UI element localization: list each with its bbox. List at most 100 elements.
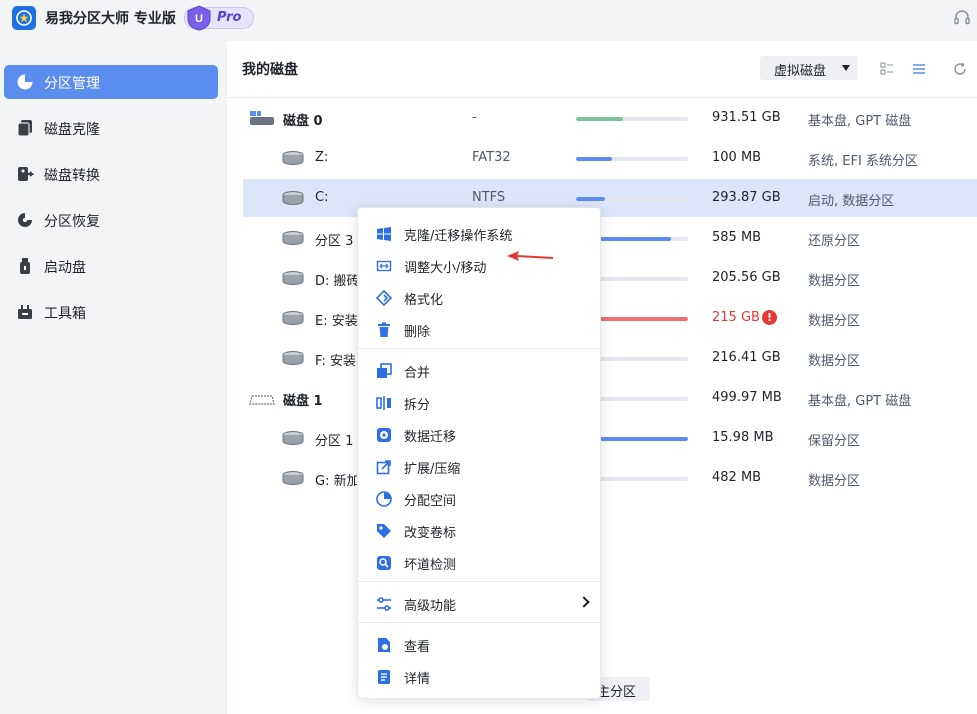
usage-bar — [576, 197, 688, 201]
menu-item[interactable]: 坏道检测 — [358, 548, 600, 578]
partition-type: 数据分区 — [808, 354, 861, 369]
menu-item-label: 克隆/迁移操作系统 — [404, 229, 513, 244]
menu-item-label: 合并 — [404, 366, 431, 381]
row-name: Z: — [315, 150, 329, 165]
sidebar-item-convert[interactable]: 磁盘转换 — [4, 157, 218, 191]
size: 100 MB — [712, 150, 762, 165]
menu-item[interactable]: 分配空间 — [358, 484, 600, 514]
convert-icon — [18, 167, 34, 181]
size: 205.56 GB — [712, 270, 781, 285]
usage-fill — [576, 157, 612, 161]
menu-item[interactable]: 拆分 — [358, 388, 600, 418]
menu-item-label: 坏道检测 — [404, 558, 457, 573]
partition-drive-icon — [282, 431, 304, 445]
partition-row[interactable]: 分区 3 585 MB 还原分区 — [243, 219, 977, 257]
row-name: 分区 1 — [315, 434, 354, 449]
usage-fill — [576, 197, 605, 201]
sidebar-item-bootdisk[interactable]: 启动盘 — [4, 249, 218, 283]
sidebar-item-label: 分区恢复 — [44, 214, 100, 230]
chevron-down-icon — [842, 65, 850, 71]
menu-item-label: 扩展/压缩 — [404, 462, 461, 477]
disk-row[interactable]: 磁盘 1 499.97 MB 基本盘, GPT 磁盘 — [243, 379, 977, 417]
headset-icon[interactable] — [953, 9, 971, 27]
view-icon — [378, 638, 391, 653]
sidebar-item-partition[interactable]: 分区管理 — [4, 65, 218, 99]
menu-item[interactable]: 数据迁移 — [358, 420, 600, 450]
partition-row[interactable]: Z: FAT32 100 MB 系统, EFI 系统分区 — [243, 139, 977, 177]
partition-row[interactable]: C: NTFS 293.87 GB 启动, 数据分区 — [243, 179, 977, 217]
detail-view-icon[interactable] — [880, 62, 894, 76]
partition-row[interactable]: F: 安装 216.41 GB 数据分区 — [243, 339, 977, 377]
pro-shield-icon: U — [187, 5, 211, 31]
disk-panel: 我的磁盘 虚拟磁盘 磁盘 0 - 931.51 GB 基本盘, GPT 磁盘 Z: FAT… — [227, 41, 977, 714]
sidebar-item-toolbox[interactable]: 工具箱 — [4, 295, 218, 329]
partition-drive-icon — [282, 151, 304, 165]
partition-type: 还原分区 — [808, 234, 861, 249]
sidebar-item-clone[interactable]: 磁盘克隆 — [4, 111, 218, 145]
size: 293.87 GB — [712, 190, 781, 205]
menu-item[interactable]: 克隆/迁移操作系统 — [358, 219, 600, 249]
menu-item-label: 调整大小/移动 — [404, 261, 487, 276]
partition-row[interactable]: D: 搬砖 205.56 GB 数据分区 — [243, 259, 977, 297]
menu-item-label: 查看 — [404, 640, 431, 655]
menu-item[interactable]: 改变卷标 — [358, 516, 600, 546]
menu-item[interactable]: 详情 — [358, 662, 600, 692]
divider — [227, 97, 977, 98]
menu-item[interactable]: 调整大小/移动 — [358, 251, 600, 281]
menu-item-label: 删除 — [404, 325, 431, 340]
sliders-icon — [377, 597, 391, 611]
usage-bar — [576, 117, 688, 121]
partition-type: 保留分区 — [808, 434, 861, 449]
primary-partition-label: 主分区 — [597, 685, 637, 700]
disk-icon — [249, 395, 275, 405]
clone-icon — [17, 120, 32, 137]
details-icon — [378, 670, 390, 684]
partition-icon — [17, 74, 33, 90]
menu-item-label: 改变卷标 — [404, 526, 457, 541]
sidebar-item-label: 工具箱 — [44, 306, 86, 322]
menu-divider — [358, 581, 600, 582]
partition-type: 基本盘, GPT 磁盘 — [808, 394, 912, 409]
format-icon — [376, 290, 392, 306]
menu-item[interactable]: 高级功能 — [358, 589, 600, 619]
partition-drive-icon — [282, 351, 304, 365]
sidebar-item-recover[interactable]: 分区恢复 — [4, 203, 218, 237]
size: 499.97 MB — [712, 390, 782, 405]
refresh-icon[interactable] — [953, 62, 967, 76]
menu-item-label: 详情 — [404, 672, 431, 687]
file-system: NTFS — [472, 190, 506, 205]
partition-row[interactable]: G: 新加 482 MB 数据分区 — [243, 459, 977, 497]
menu-item[interactable]: 查看 — [358, 630, 600, 660]
menu-item[interactable]: 合并 — [358, 356, 600, 386]
partition-row[interactable]: E: 安装 215 GB! 数据分区 — [243, 299, 977, 337]
list-view-icon[interactable] — [912, 62, 926, 76]
menu-item-label: 高级功能 — [404, 599, 457, 614]
migrate-icon — [377, 428, 391, 442]
svg-text:U: U — [195, 13, 203, 25]
disk-row[interactable]: 磁盘 0 - 931.51 GB 基本盘, GPT 磁盘 — [243, 99, 977, 137]
pro-badge[interactable]: U Pro — [184, 5, 254, 31]
menu-item[interactable]: 扩展/压缩 — [358, 452, 600, 482]
menu-item[interactable]: 格式化 — [358, 283, 600, 313]
partition-type: 基本盘, GPT 磁盘 — [808, 114, 912, 129]
app-logo-icon — [12, 6, 36, 30]
title-bar: 易我分区大师 专业版 U Pro — [0, 0, 977, 36]
virtual-disk-dropdown[interactable]: 虚拟磁盘 — [760, 56, 858, 80]
sidebar-item-label: 磁盘转换 — [44, 168, 100, 184]
size: 931.51 GB — [712, 110, 781, 125]
partition-type: 数据分区 — [808, 274, 861, 289]
partition-type: 数据分区 — [808, 474, 861, 489]
partition-row[interactable]: 分区 1 15.98 MB 保留分区 — [243, 419, 977, 457]
row-name: G: 新加 — [315, 474, 360, 489]
menu-item-label: 分配空间 — [404, 494, 457, 509]
usage-fill — [576, 117, 623, 121]
page-title: 我的磁盘 — [242, 62, 298, 78]
row-name: C: — [315, 190, 329, 205]
app-window: 易我分区大师 专业版 U Pro 分区管理 磁盘克隆 磁盘转换 分区恢复 启动盘 — [0, 0, 977, 714]
menu-item-label: 格式化 — [404, 293, 444, 308]
size: 216.41 GB — [712, 350, 781, 365]
menu-divider — [358, 622, 600, 623]
partition-drive-icon — [282, 191, 304, 205]
menu-item[interactable]: 删除 — [358, 315, 600, 345]
file-system: - — [472, 110, 477, 125]
